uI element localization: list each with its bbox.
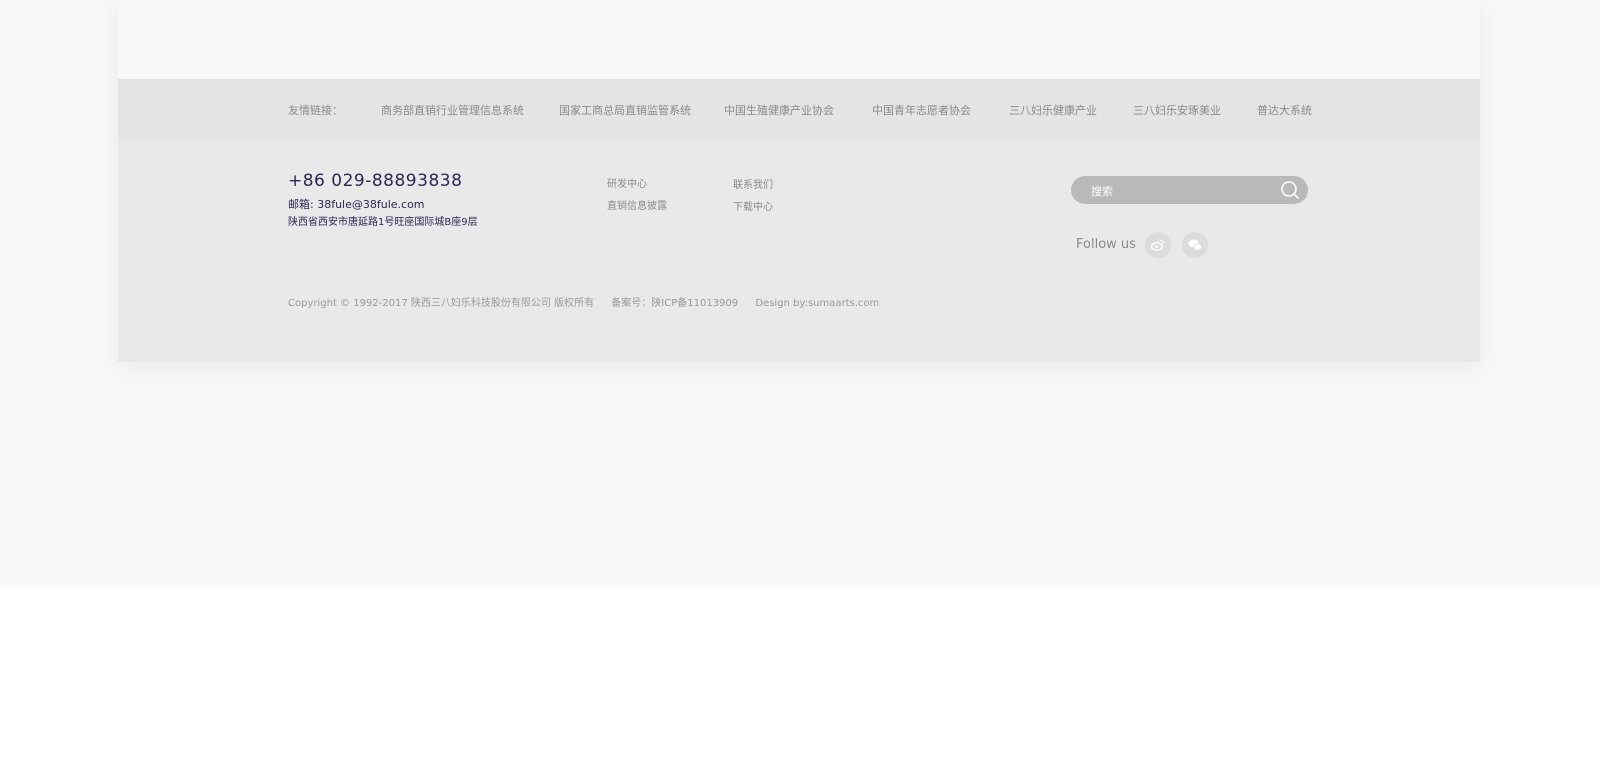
nav-link-download-center[interactable]: 下载中心 xyxy=(733,198,773,213)
search-box xyxy=(1071,176,1308,204)
contact-address: 陕西省西安市唐延路1号旺座国际城B座9层 xyxy=(288,217,478,228)
footer-main: +86 029-88893838 邮箱: 38fule@38fule.com 陕… xyxy=(118,139,1480,362)
friend-link-puda-system[interactable]: 普达大系统 xyxy=(1257,102,1312,118)
friend-link-reproductive-health[interactable]: 中国生殖健康产业协会 xyxy=(724,102,834,118)
contact-email: 邮箱: 38fule@38fule.com xyxy=(288,198,425,211)
search-input[interactable] xyxy=(1089,181,1273,201)
wechat-icon[interactable] xyxy=(1182,232,1208,258)
friend-links-bar: 友情链接： 商务部直销行业管理信息系统 国家工商总局直销监管系统 中国生殖健康产… xyxy=(118,79,1480,139)
footer-panel: 友情链接： 商务部直销行业管理信息系统 国家工商总局直销监管系统 中国生殖健康产… xyxy=(118,0,1480,362)
friend-link-saic[interactable]: 国家工商总局直销监管系统 xyxy=(559,102,691,118)
friend-link-38fule-health[interactable]: 三八妇乐健康产业 xyxy=(1009,102,1097,118)
friend-link-youth-volunteers[interactable]: 中国青年志愿者协会 xyxy=(872,102,971,118)
contact-phone: +86 029-88893838 xyxy=(288,171,463,191)
friend-link-38fule-beauty[interactable]: 三八妇乐安琢美业 xyxy=(1133,102,1221,118)
nav-link-direct-sales-disclosure[interactable]: 直销信息披露 xyxy=(607,197,667,212)
friend-links-label: 友情链接： xyxy=(288,104,343,117)
nav-link-contact-us[interactable]: 联系我们 xyxy=(733,176,773,191)
follow-us-label: Follow us xyxy=(1076,237,1136,252)
copyright-text: Copyright © 1992-2017 陕西三八妇乐科技股份有限公司 版权所… xyxy=(288,298,595,309)
weibo-icon[interactable] xyxy=(1145,232,1171,258)
icp-number: 备案号：陕ICP备11013909 xyxy=(611,298,739,309)
friend-link-mofcom[interactable]: 商务部直销行业管理信息系统 xyxy=(381,102,524,118)
design-credit-link[interactable]: Design by:sumaarts.com xyxy=(755,298,879,309)
nav-link-rnd-center[interactable]: 研发中心 xyxy=(607,175,647,190)
copyright-row: Copyright © 1992-2017 陕西三八妇乐科技股份有限公司 版权所… xyxy=(288,294,879,309)
search-icon[interactable] xyxy=(1280,180,1300,200)
